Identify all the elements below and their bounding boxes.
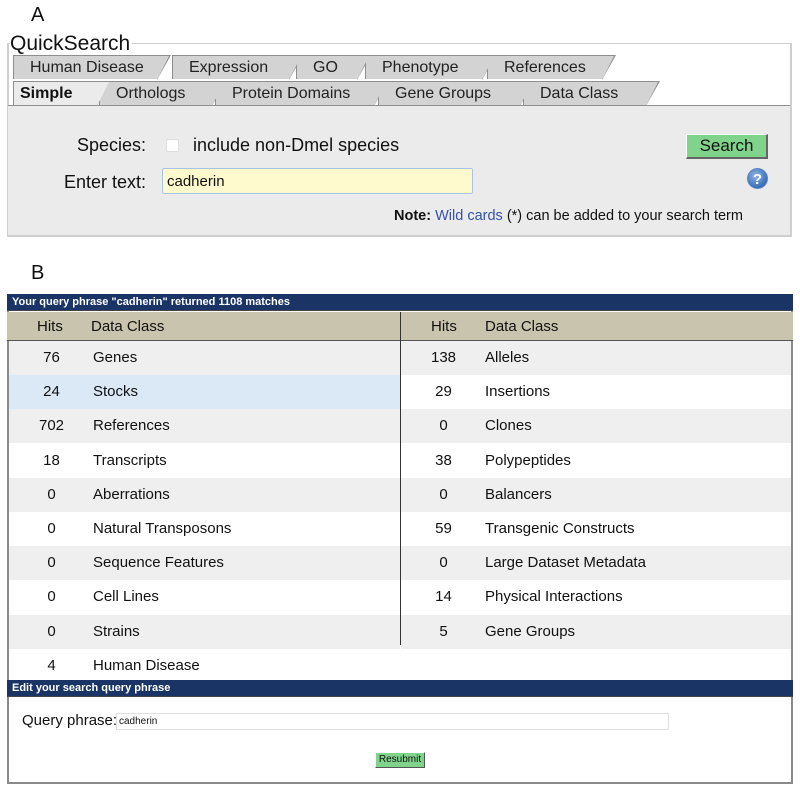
- result-row[interactable]: 0 Clones: [401, 409, 791, 444]
- hit-count: 0: [47, 588, 56, 606]
- tab-expression[interactable]: Expression: [172, 55, 303, 80]
- result-row[interactable]: 0 Balancers: [401, 477, 791, 512]
- data-class-name[interactable]: Transcripts: [93, 444, 167, 478]
- column-header-left: Hits Data Class: [7, 312, 400, 341]
- include-non-dmel-checkbox[interactable]: [166, 139, 179, 152]
- search-text-input[interactable]: [162, 168, 473, 194]
- data-class-name[interactable]: Balancers: [485, 478, 552, 512]
- note-text: (*) can be added to your search term: [506, 208, 743, 224]
- data-class-column-header: Data Class: [91, 318, 165, 335]
- resubmit-button[interactable]: Resubmit: [375, 752, 425, 768]
- result-row[interactable]: 29 Insertions: [401, 375, 791, 410]
- result-row[interactable]: 24 Stocks: [9, 375, 400, 410]
- data-class-name[interactable]: Human Disease: [93, 649, 200, 683]
- result-row[interactable]: 4 Human Disease: [9, 648, 400, 683]
- search-button[interactable]: Search: [686, 134, 768, 159]
- tab-references[interactable]: References: [487, 55, 616, 80]
- result-row[interactable]: 0 Natural Transposons: [9, 512, 400, 546]
- hit-count: 0: [439, 554, 448, 572]
- data-class-name[interactable]: Physical Interactions: [485, 580, 623, 614]
- result-row[interactable]: 0 Aberrations: [9, 477, 400, 512]
- panel-label-a: A: [31, 4, 45, 26]
- hit-count: 76: [43, 349, 60, 366]
- wildcard-note: Note: Wild cards (*) can be added to you…: [394, 208, 743, 224]
- hit-count: 59: [435, 520, 452, 537]
- data-class-name[interactable]: Polypeptides: [485, 444, 571, 478]
- hit-count: 702: [38, 417, 65, 435]
- tab-protein-domains[interactable]: Protein Domains: [215, 81, 388, 106]
- data-class-name[interactable]: Alleles: [485, 341, 529, 375]
- data-class-name[interactable]: Genes: [93, 341, 137, 375]
- tab-phenotype[interactable]: Phenotype: [365, 55, 496, 80]
- hit-count: 24: [43, 383, 60, 401]
- result-row[interactable]: 38 Polypeptides: [401, 443, 791, 478]
- edit-query-bar: Edit your search query phrase: [7, 680, 793, 697]
- data-class-name[interactable]: Large Dataset Metadata: [485, 546, 646, 580]
- data-class-name[interactable]: Stocks: [93, 375, 138, 409]
- result-row[interactable]: 18 Transcripts: [9, 443, 400, 478]
- hit-count: 0: [47, 485, 56, 503]
- hits-column-header: Hits: [37, 318, 63, 335]
- data-class-name[interactable]: Aberrations: [93, 478, 170, 512]
- query-phrase-label: Query phrase:: [22, 712, 118, 729]
- result-row[interactable]: 14 Physical Interactions: [401, 580, 791, 615]
- hit-count: 4: [47, 656, 56, 674]
- result-row[interactable]: 0 Cell Lines: [9, 580, 400, 615]
- tab-data-class[interactable]: Data Class: [523, 81, 660, 106]
- species-label: Species:: [76, 135, 146, 155]
- hit-count: 0: [47, 622, 56, 640]
- column-divider: [400, 312, 401, 645]
- quicksearch-title: QuickSearch: [10, 32, 133, 55]
- result-row[interactable]: 5 Gene Groups: [401, 614, 791, 649]
- result-row[interactable]: 138 Alleles: [401, 341, 791, 375]
- hit-count: 5: [439, 622, 448, 640]
- hit-count: 138: [430, 349, 457, 366]
- column-header-right: Hits Data Class: [401, 312, 793, 341]
- data-class-column-header: Data Class: [485, 318, 559, 335]
- results-summary-bar: Your query phrase "cadherin" returned 11…: [7, 294, 793, 311]
- hit-count: 29: [435, 383, 452, 401]
- data-class-name[interactable]: Natural Transposons: [93, 512, 231, 546]
- result-row[interactable]: 0 Sequence Features: [9, 546, 400, 581]
- data-class-name[interactable]: Cell Lines: [93, 580, 159, 614]
- wild-cards-link[interactable]: Wild cards: [435, 208, 503, 224]
- tab-simple[interactable]: Simple: [13, 81, 111, 106]
- hit-count: 0: [47, 554, 56, 572]
- hit-count: 0: [47, 520, 56, 537]
- hit-count: 0: [439, 485, 448, 503]
- tab-orthologs[interactable]: Orthologs: [99, 81, 226, 106]
- tab-gene-groups[interactable]: Gene Groups: [378, 81, 534, 106]
- hit-count: 14: [435, 588, 452, 606]
- hit-count: 0: [439, 417, 448, 435]
- note-prefix: Note:: [394, 208, 432, 224]
- result-row[interactable]: 59 Transgenic Constructs: [401, 512, 791, 546]
- query-phrase-input[interactable]: [116, 713, 669, 730]
- data-class-name[interactable]: Clones: [485, 409, 532, 443]
- data-class-name[interactable]: Sequence Features: [93, 546, 224, 580]
- result-row[interactable]: 76 Genes: [9, 341, 400, 375]
- result-row[interactable]: 702 References: [9, 409, 400, 444]
- data-class-name[interactable]: Strains: [93, 615, 140, 649]
- help-icon[interactable]: ?: [747, 168, 768, 189]
- data-class-name[interactable]: References: [93, 409, 170, 443]
- hits-column-header: Hits: [431, 318, 457, 335]
- include-non-dmel-label[interactable]: include non-Dmel species: [193, 135, 399, 156]
- tab-go[interactable]: GO: [296, 55, 371, 80]
- panel-label-b: B: [31, 262, 45, 284]
- result-row[interactable]: 0 Strains: [9, 614, 400, 649]
- enter-text-label: Enter text:: [63, 172, 146, 192]
- hit-count: 18: [43, 451, 60, 469]
- data-class-name[interactable]: Gene Groups: [485, 615, 575, 649]
- tab-human-disease[interactable]: Human Disease: [13, 55, 171, 80]
- result-row[interactable]: 0 Large Dataset Metadata: [401, 546, 791, 581]
- hit-count: 38: [435, 451, 452, 469]
- data-class-name[interactable]: Insertions: [485, 375, 550, 409]
- data-class-name[interactable]: Transgenic Constructs: [485, 512, 635, 546]
